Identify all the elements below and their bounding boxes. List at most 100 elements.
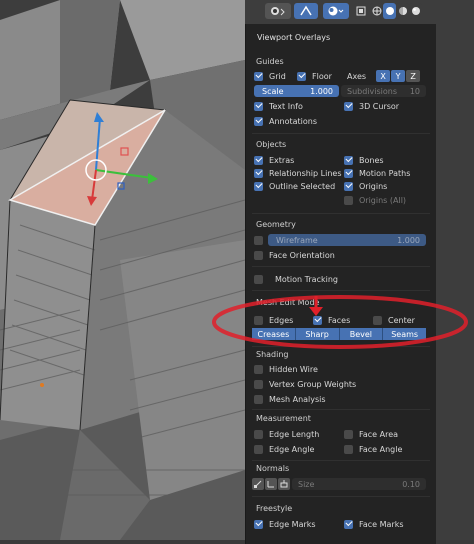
panel-title: Viewport Overlays: [257, 33, 331, 42]
center-check[interactable]: [373, 315, 382, 325]
center-checkbox[interactable]: Center: [373, 314, 415, 326]
seams-toggle[interactable]: Seams: [383, 328, 426, 340]
edge-marks-checkbox[interactable]: Edge Marks: [254, 518, 316, 530]
wireframe-check[interactable]: [254, 235, 263, 245]
normals-size-field[interactable]: Size 0.10: [292, 478, 426, 490]
bevel-toggle[interactable]: Bevel: [339, 328, 384, 340]
outline-selected-checkbox[interactable]: Outline Selected: [254, 180, 335, 192]
navigate-icon[interactable]: [294, 3, 318, 19]
split-normals-icon[interactable]: [265, 478, 277, 490]
edge-angle-checkbox[interactable]: Edge Angle: [254, 443, 314, 455]
face-area-check[interactable]: [344, 429, 353, 439]
rendered-shading-icon[interactable]: [409, 3, 422, 19]
bones-check[interactable]: [344, 155, 353, 165]
wireframe-value: 1.000: [397, 235, 420, 245]
wireframe-checkbox[interactable]: [254, 234, 269, 246]
edge-length-check[interactable]: [254, 429, 263, 439]
subdivisions-field[interactable]: Subdivisions 10: [341, 85, 426, 97]
wireframe-shading-icon[interactable]: [370, 3, 383, 19]
mesh-analysis-checkbox[interactable]: Mesh Analysis: [254, 393, 326, 405]
creases-toggle[interactable]: Creases: [252, 328, 296, 340]
face-angle-checkbox[interactable]: Face Angle: [344, 443, 402, 455]
face-area-checkbox[interactable]: Face Area: [344, 428, 398, 440]
sharp-toggle[interactable]: Sharp: [295, 328, 340, 340]
edge-angle-label: Edge Angle: [269, 444, 315, 454]
face-orientation-check[interactable]: [254, 250, 263, 260]
solid-shading-icon[interactable]: [383, 3, 396, 19]
geometry-heading: Geometry: [256, 220, 296, 229]
edges-checkbox[interactable]: Edges: [254, 314, 293, 326]
material-shading-icon[interactable]: [396, 3, 409, 19]
gizmo-icon[interactable]: [265, 3, 291, 19]
motion-paths-checkbox[interactable]: Motion Paths: [344, 167, 410, 179]
measurement-heading: Measurement: [256, 414, 311, 423]
cursor-3d-label: 3D Cursor: [359, 101, 400, 111]
motion-paths-check[interactable]: [344, 168, 353, 178]
floor-checkbox[interactable]: Floor: [297, 70, 332, 82]
faces-checkbox[interactable]: Faces: [313, 314, 350, 326]
text-info-check[interactable]: [254, 101, 263, 111]
edge-length-label: Edge Length: [269, 429, 320, 439]
faces-check[interactable]: [313, 315, 322, 325]
annotations-checkbox[interactable]: Annotations: [254, 115, 317, 127]
center-label: Center: [388, 315, 415, 325]
face-angle-check[interactable]: [344, 444, 353, 454]
overlays-icon[interactable]: [323, 3, 349, 19]
divider: [252, 213, 430, 214]
divider: [252, 496, 430, 497]
freestyle-heading: Freestyle: [256, 504, 293, 513]
face-area-label: Face Area: [359, 429, 399, 439]
cursor-3d-checkbox[interactable]: 3D Cursor: [344, 100, 399, 112]
origins-checkbox[interactable]: Origins: [344, 180, 387, 192]
bones-checkbox[interactable]: Bones: [344, 154, 384, 166]
shading-heading: Shading: [256, 350, 289, 359]
text-info-checkbox[interactable]: Text Info: [254, 100, 303, 112]
origins-check[interactable]: [344, 181, 353, 191]
wireframe-field[interactable]: Wireframe 1.000: [268, 234, 426, 246]
face-marks-checkbox[interactable]: Face Marks: [344, 518, 404, 530]
mesh-edit-toggles: Creases Sharp Bevel Seams: [252, 328, 426, 340]
vertex-group-weights-checkbox[interactable]: Vertex Group Weights: [254, 378, 356, 390]
subdivisions-label: Subdivisions: [347, 86, 398, 96]
outline-selected-check[interactable]: [254, 181, 263, 191]
cursor-3d-check[interactable]: [344, 101, 353, 111]
mesh-analysis-check[interactable]: [254, 394, 263, 404]
edges-check[interactable]: [254, 315, 263, 325]
scale-field[interactable]: Scale 1.000: [254, 85, 339, 97]
vertex-group-weights-check[interactable]: [254, 379, 263, 389]
edge-angle-check[interactable]: [254, 444, 263, 454]
origins-all-checkbox[interactable]: Origins (All): [344, 194, 406, 206]
face-normals-icon[interactable]: [278, 478, 290, 490]
extras-checkbox[interactable]: Extras: [254, 154, 294, 166]
divider: [252, 346, 430, 347]
face-orientation-label: Face Orientation: [269, 250, 335, 260]
annotations-check[interactable]: [254, 116, 263, 126]
axis-x-toggle[interactable]: X: [376, 70, 391, 82]
axis-z-toggle[interactable]: Z: [406, 70, 421, 82]
extras-label: Extras: [269, 155, 295, 165]
xray-icon[interactable]: [354, 3, 368, 19]
motion-tracking-check[interactable]: [254, 274, 263, 284]
edge-length-checkbox[interactable]: Edge Length: [254, 428, 319, 440]
hidden-wire-check[interactable]: [254, 364, 263, 374]
scale-label: Scale: [262, 86, 284, 96]
divider: [252, 290, 430, 291]
face-marks-check[interactable]: [344, 519, 353, 529]
extras-check[interactable]: [254, 155, 263, 165]
axes-group: Axes X Y Z: [347, 70, 421, 82]
normals-size-label: Size: [298, 479, 315, 489]
axis-y-toggle[interactable]: Y: [391, 70, 406, 82]
edge-marks-check[interactable]: [254, 519, 263, 529]
hidden-wire-checkbox[interactable]: Hidden Wire: [254, 363, 318, 375]
floor-check[interactable]: [297, 71, 306, 81]
grid-checkbox[interactable]: Grid: [254, 70, 286, 82]
grid-check[interactable]: [254, 71, 263, 81]
origins-all-check[interactable]: [344, 195, 353, 205]
relationship-lines-checkbox[interactable]: Relationship Lines: [254, 167, 342, 179]
relationship-lines-check[interactable]: [254, 168, 263, 178]
motion-tracking-checkbox[interactable]: Motion Tracking: [254, 273, 338, 285]
bones-label: Bones: [359, 155, 384, 165]
vertex-normals-icon[interactable]: [252, 478, 264, 490]
face-orientation-checkbox[interactable]: Face Orientation: [254, 249, 335, 261]
vertex-group-weights-label: Vertex Group Weights: [269, 379, 357, 389]
